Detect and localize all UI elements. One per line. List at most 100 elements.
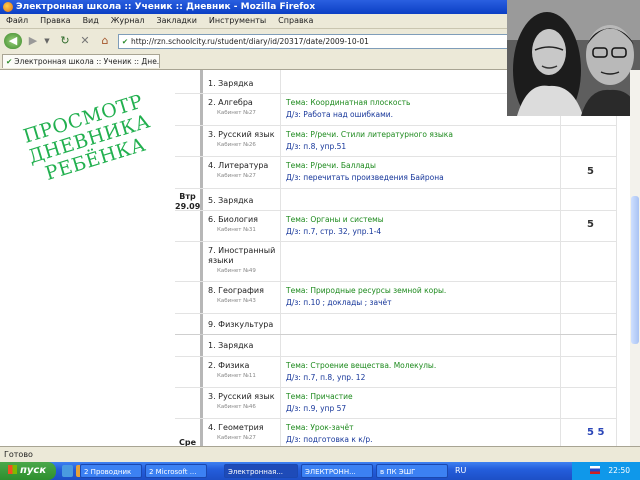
lesson-subject: 7. Иностранный языки Кабинет №49: [208, 246, 275, 276]
lesson-subject: 8. География Кабинет №43: [208, 286, 264, 306]
tab-favicon-icon: ✔: [6, 57, 13, 66]
menu-file[interactable]: Файл: [0, 14, 34, 28]
lesson-homework: Д/з: Работа над ошибками.: [286, 110, 394, 119]
table-row: 6. Биология Кабинет №31 Тема: Органы и си…: [175, 211, 617, 242]
home-icon[interactable]: ⌂: [96, 33, 114, 49]
menu-tools[interactable]: Инструменты: [203, 14, 272, 28]
lesson-homework: Д/з: п.7, стр. 32, упр.1-4: [286, 227, 382, 236]
clock: 22:50: [608, 466, 631, 475]
task-microsoft[interactable]: 2 Microsoft ...: [145, 464, 207, 478]
subject-name: 2. Физика: [208, 361, 250, 370]
lesson-subject: 2. Физика Кабинет №11: [208, 361, 256, 381]
lesson-topic: Тема: Природные ресурсы земной коры.: [286, 286, 447, 295]
subject-name: 7. Иностранный: [208, 246, 276, 255]
table-row: 4. Геометрия Кабинет №27 Тема: Урок-зачёт…: [175, 419, 617, 446]
lesson-grade[interactable]: 5: [587, 219, 594, 230]
lesson-topic: Тема: Р/речи. Баллады: [286, 161, 376, 170]
room-label: Кабинет №26: [217, 142, 256, 148]
task-firefox[interactable]: Электронная...: [224, 464, 298, 478]
window-title: Электронная школа :: Ученик :: Дневник -…: [16, 2, 316, 12]
room-label: Кабинет №43: [217, 298, 256, 304]
table-row: 9. Физкультура: [175, 314, 617, 335]
taskbar: пуск 2 Проводник 2 Microsoft ... Электро…: [0, 462, 640, 480]
back-icon[interactable]: ◀: [4, 33, 22, 49]
system-tray: 22:50: [572, 462, 640, 480]
lesson-subject: 3. Русский язык Кабинет №46: [208, 392, 275, 412]
room-label: Кабинет №27: [217, 173, 256, 179]
menu-view[interactable]: Вид: [77, 14, 105, 28]
tab-label: Электронная школа :: Ученик :: Дне...: [14, 57, 160, 66]
site-check-icon: ✔: [121, 37, 129, 46]
page-content: ПРОСМОТР ДНЕВНИКА РЕБЁНКА Втр 29.09 Сре …: [0, 70, 640, 446]
subject-name: 2. Алгебра: [208, 98, 253, 107]
menu-help[interactable]: Справка: [272, 14, 319, 28]
stop-icon[interactable]: ✕: [76, 33, 94, 49]
start-button[interactable]: пуск: [0, 462, 56, 480]
photo-image: [507, 0, 640, 116]
table-row: 3. Русский язык Кабинет №46 Тема: Причаст…: [175, 388, 617, 419]
lesson-homework: Д/з: перечитать произведения Байрона: [286, 173, 444, 182]
lesson-topic: Тема: Органы и системы: [286, 215, 384, 224]
lesson-topic: Тема: Причастие: [286, 392, 353, 401]
table-row: 3. Русский язык Кабинет №26 Тема: Р/речи.…: [175, 126, 617, 157]
lesson-subject: 4. Геометрия Кабинет №27: [208, 423, 264, 443]
lesson-homework: Д/з: п.7, п.8, упр. 12: [286, 373, 366, 382]
lesson-subject: 9. Физкультура: [208, 320, 274, 329]
tab-diary[interactable]: ✔ Электронная школа :: Ученик :: Дне...: [2, 54, 160, 68]
forward-icon[interactable]: ▶: [24, 33, 42, 49]
status-text: Готово: [4, 450, 33, 459]
reload-icon[interactable]: ↻: [56, 33, 74, 49]
lesson-subject: 1. Зарядка: [208, 79, 254, 88]
task-explorer[interactable]: 2 Проводник: [80, 464, 142, 478]
subject-name: 3. Русский язык: [208, 130, 275, 139]
vertical-scrollbar[interactable]: [630, 70, 640, 446]
lesson-homework: Д/з: п.9, упр 57: [286, 404, 347, 413]
menu-bookmarks[interactable]: Закладки: [150, 14, 202, 28]
room-label: Кабинет №27: [217, 435, 256, 441]
task-pk[interactable]: в ПК ЭШГ: [376, 464, 448, 478]
menu-history[interactable]: Журнал: [105, 14, 151, 28]
lesson-subject: 6. Биология Кабинет №31: [208, 215, 258, 235]
subject-name-cont: языки: [208, 256, 234, 265]
lesson-subject: 1. Зарядка: [208, 341, 254, 350]
task-electronic[interactable]: ЭЛЕКТРОНН...: [301, 464, 373, 478]
lesson-subject: 4. Литература Кабинет №27: [208, 161, 268, 181]
scrollbar-thumb[interactable]: [631, 196, 639, 344]
status-bar: Готово: [0, 446, 640, 462]
lesson-subject: 3. Русский язык Кабинет №26: [208, 130, 275, 150]
lesson-topic: Тема: Строение вещества. Молекулы.: [286, 361, 437, 370]
room-label: Кабинет №11: [217, 373, 256, 379]
subject-name: 6. Биология: [208, 215, 258, 224]
lesson-homework: Д/з: п.10 ; доклады ; зачёт: [286, 298, 392, 307]
address-text: http://rzn.schoolcity.ru/student/diary/i…: [131, 37, 369, 46]
quicklaunch-ie-icon[interactable]: [62, 465, 73, 477]
room-label: Кабинет №49: [217, 268, 256, 274]
table-row: 5. Зарядка: [175, 189, 617, 211]
table-row: 4. Литература Кабинет №27 Тема: Р/речи. Б…: [175, 157, 617, 189]
table-row: 1. Зарядка: [175, 335, 617, 357]
menu-edit[interactable]: Правка: [34, 14, 76, 28]
language-indicator[interactable]: RU: [455, 462, 466, 480]
subject-name: 8. География: [208, 286, 264, 295]
table-row: 2. Физика Кабинет №11 Тема: Строение веще…: [175, 357, 617, 388]
lesson-subject: 2. Алгебра Кабинет №27: [208, 98, 256, 118]
flag-icon: [590, 466, 600, 474]
lesson-grade[interactable]: 5 5: [587, 427, 604, 438]
subject-name: 4. Литература: [208, 161, 269, 170]
lesson-topic: Тема: Р/речи. Стили литературного языка: [286, 130, 453, 139]
table-row: 8. География Кабинет №43 Тема: Природные …: [175, 282, 617, 314]
room-label: Кабинет №27: [217, 110, 256, 116]
family-photo: [507, 0, 640, 116]
lesson-homework: Д/з: подготовка к к/р.: [286, 435, 373, 444]
lesson-homework: Д/з: п.8, упр.51: [286, 142, 347, 151]
address-bar[interactable]: ✔ http://rzn.schoolcity.ru/student/diary/…: [118, 34, 524, 49]
room-label: Кабинет №46: [217, 404, 256, 410]
lesson-topic: Тема: Урок-зачёт: [286, 423, 354, 432]
firefox-icon: [3, 2, 13, 12]
lesson-topic: Тема: Координатная плоскость: [286, 98, 411, 107]
room-label: Кабинет №31: [217, 227, 256, 233]
windows-flag-icon: [8, 465, 17, 474]
history-dropdown-icon[interactable]: ▼: [42, 33, 52, 49]
start-label: пуск: [20, 465, 47, 476]
lesson-grade[interactable]: 5: [587, 166, 594, 177]
